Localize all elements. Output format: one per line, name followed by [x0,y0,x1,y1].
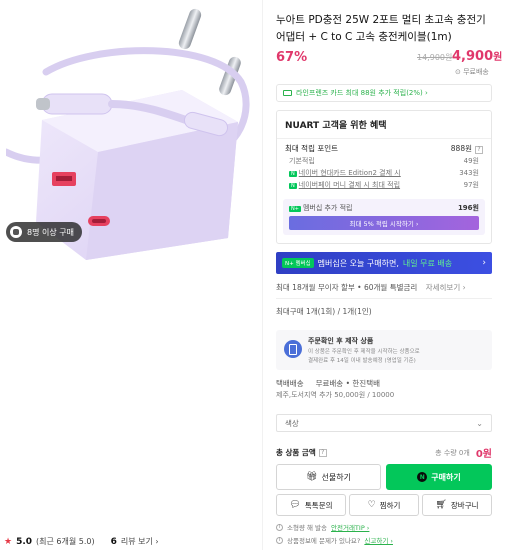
max-point-value: 888원 [450,144,472,153]
color-option-placeholder: 색상 [285,418,299,428]
total-quantity: 총 수량 0개 [435,448,470,457]
original-price: 14,900원 [417,53,453,62]
buyers-badge-text: 8명 이상 구매 [27,227,74,237]
membership-add-value: 196원 [457,204,479,212]
product-title: 누아트 PD충전 25W 2포트 멀티 초고속 충전기 어댑터 + C to C… [276,14,486,43]
cart-icon: 🛒︎ [435,500,447,510]
benefit-row-label: 기본적립 [289,157,315,165]
buy-button[interactable]: N 구매하기 [386,464,492,490]
chevron-right-icon: › [482,258,486,268]
gift-icon: 🎁︎ [306,472,318,482]
max-point-row: 최대 적립 포인트 888원? [285,143,483,154]
naver-badge-icon: N [289,183,297,189]
review-link[interactable]: 리뷰 보기 › [121,536,159,547]
report-link[interactable]: 신고하기 › [364,535,393,545]
talk-button-label: 톡톡문의 [304,500,333,510]
card-benefit-text: 라인프렌즈 카드 최대 88원 추가 적립(2%) › [296,89,428,97]
price-unit: 원 [493,52,503,63]
info-icon: i [276,536,283,544]
rating-score: 5.0 [16,536,33,547]
made-to-order-title: 주문확인 후 제작 상품 [308,337,374,345]
membership-badge: N+ 멤버십 [282,258,314,268]
card-icon [283,90,292,96]
free-shipping-label: ⊙ 무료배송 [455,68,489,76]
membership-badge-icon: N+ [289,206,301,212]
gift-button-label: 선물하기 [321,472,351,482]
benefit-row-value: 97원 [463,181,479,189]
talk-inquiry-button[interactable]: 💬︎ 톡톡문의 [276,494,346,516]
delivery-info: 택배배송 무료배송 • 한진택배 [276,378,380,389]
naver-badge-icon: N [289,171,297,177]
notice-text: 상품정보에 문제가 있나요? [287,537,361,545]
help-icon[interactable]: ? [475,146,483,154]
made-to-order-line2: 결제완료 후 14일 이내 발송예정 (영업일 기준) [308,358,416,364]
benefit-row-label: 네이버 현대카드 Edition2 결제 시 [298,169,401,177]
benefit-row-value: 343원 [459,169,479,177]
installment-info: 최대 18개월 무이자 할부 • 60개월 특별금리 자세히보기 › [276,282,466,293]
total-row: 총 상품 금액 ? 총 수량 0개 0원 [276,445,492,460]
card-benefit-banner[interactable]: 라인프렌즈 카드 최대 88원 추가 적립(2%) › [276,84,492,102]
max-point-label: 최대 적립 포인트 [285,144,339,153]
delivery-value: 무료배송 • 한진택배 [315,379,381,388]
installment-more-link[interactable]: 자세히보기 › [426,283,466,292]
membership-start-button[interactable]: 최대 5% 적립 시작하기 › [289,216,479,230]
price-value: 4,900 [452,49,494,64]
membership-add-box: N+ 멤버십 추가 적립 196원 최대 5% 적립 시작하기 › [283,199,485,235]
installment-text: 최대 18개월 무이자 할부 • 60개월 특별금리 [276,283,418,292]
benefit-header: NUART 고객을 위한 혜택 [277,111,491,139]
buy-button-label: 구매하기 [431,472,461,482]
sale-price: 4,900원 [452,48,502,64]
cart-button[interactable]: 🛒︎ 장바구니 [422,494,492,516]
membership-banner-text: 멤버십은 오늘 구매하면, [317,258,399,268]
wishlist-button-label: 찜하기 [379,500,401,510]
max-purchase-info: 최대구매 1개(1회) / 1개(1인) [276,307,372,316]
notice-text: 소형량 해 발송 [287,524,328,532]
buyers-badge: 8명 이상 구매 [6,222,82,242]
wishlist-button[interactable]: ♡ 찜하기 [349,494,419,516]
cart-button-label: 장바구니 [450,500,479,510]
gift-button[interactable]: 🎁︎ 선물하기 [276,464,381,490]
chat-icon: 💬︎ [289,500,301,510]
jeju-extra-fee: 제주,도서지역 추가 50,000원 / 10000 [276,391,395,399]
total-label: 총 상품 금액 [276,448,316,457]
benefit-box: NUART 고객을 위한 혜택 최대 적립 포인트 888원? 기본적립 49원… [276,110,492,244]
product-image-area: 8명 이상 구매 ★ 5.0 (최근 6개월 5.0) 6 리뷰 보기 › [0,0,262,547]
divider [262,0,263,550]
made-to-order-line1: 이 상품은 주문확인 후 제작을 시작하는 상품으로 [308,349,420,355]
membership-add-row: N+ 멤버십 추가 적립 196원 [289,203,479,213]
npay-icon: N [417,472,428,482]
color-option-select[interactable]: 색상 ⌄ [276,414,492,432]
report-notice: i 상품정보에 문제가 있나요? 신고하기 › [276,535,393,545]
bag-icon [10,226,22,238]
delivery-label: 택배배송 [276,379,304,388]
star-icon: ★ [4,536,13,547]
safe-trade-link[interactable]: 안전거래TIP › [331,522,369,532]
benefit-row-basic: 기본적립 49원 [285,156,479,166]
total-amount: 0원 [475,449,492,460]
benefit-row-card[interactable]: N 네이버 현대카드 Edition2 결제 시 343원 [285,168,479,178]
safe-trade-notice: i 소형량 해 발송 안전거래TIP › [276,522,369,532]
membership-banner-highlight: 내일 무료 배송 [402,258,453,268]
chevron-down-icon: ⌄ [476,418,483,428]
benefit-row-money[interactable]: N 네이버페이 머니 결제 시 최대 적립 97원 [285,180,479,190]
heart-icon: ♡ [367,500,376,510]
membership-add-label: 멤버십 추가 적립 [302,204,353,212]
review-summary: ★ 5.0 (최근 6개월 5.0) 6 리뷰 보기 › [4,536,159,547]
benefit-row-label: 네이버페이 머니 결제 시 최대 적립 [298,181,401,189]
membership-banner[interactable]: N+ 멤버십 멤버십은 오늘 구매하면, 내일 무료 배송 › [276,252,492,274]
help-icon[interactable]: ? [318,448,327,457]
info-icon: i [276,523,283,531]
discount-rate: 67% [276,50,308,65]
review-count: 6 [110,536,117,547]
rating-note: (최근 6개월 5.0) [36,537,95,546]
divider [276,298,492,299]
benefit-row-value: 49원 [463,157,479,165]
made-to-order-notice: 주문확인 후 제작 상품 이 상품은 주문확인 후 제작을 시작하는 상품으로 … [276,330,492,370]
document-icon [284,340,302,358]
